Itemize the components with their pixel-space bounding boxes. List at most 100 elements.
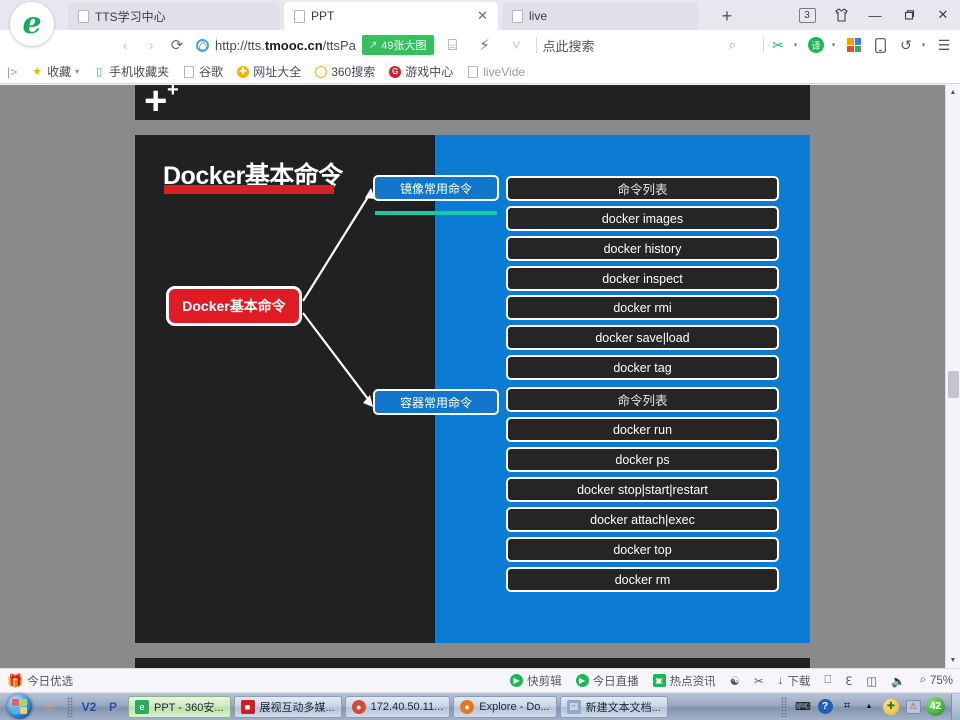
cmd-box: docker stop|start|restart bbox=[506, 477, 779, 502]
search-placeholder: 点此搜索 bbox=[542, 38, 595, 54]
browser-logo: e bbox=[10, 2, 56, 48]
status-today-picks[interactable]: 🎁 今日优选 bbox=[0, 673, 80, 689]
page-scrollbar[interactable]: ▲ ▼ bbox=[945, 85, 960, 668]
download-icon: ↓ bbox=[777, 674, 784, 687]
taskbar-button-explore[interactable]: ● Explore - Do... bbox=[453, 695, 557, 718]
tab-live[interactable]: live bbox=[502, 2, 698, 30]
volume-icon[interactable]: 🔈 bbox=[884, 674, 912, 688]
lightning-icon[interactable]: ⚡ bbox=[472, 32, 498, 58]
address-bar[interactable]: http://tts.tmooc.cn/ttsPa ↗ 49张大图 ⌸ ⚡ ˅ … bbox=[196, 33, 736, 57]
zoom-control[interactable]: ⌕ 75% bbox=[913, 674, 960, 687]
notification-count-badge[interactable]: 42 bbox=[926, 697, 945, 716]
download-button[interactable]: ↓ 下载 bbox=[771, 673, 818, 689]
keyboard-icon[interactable]: ⌨ bbox=[794, 698, 812, 716]
bookmark-url-directory[interactable]: ✚ 网址大全 bbox=[230, 63, 308, 80]
node-root-docker-basic-commands: Docker基本命令 bbox=[166, 286, 302, 326]
search-input[interactable]: 点此搜索 ⌕ bbox=[543, 36, 736, 55]
cmd-box: 命令列表 bbox=[506, 176, 779, 201]
doc-icon bbox=[467, 65, 479, 78]
scissors-caret-icon[interactable]: ▾ bbox=[792, 34, 802, 56]
shield-icon[interactable]: ✚ bbox=[882, 698, 900, 716]
apps-grid-icon[interactable] bbox=[842, 34, 866, 56]
scroll-up-icon[interactable]: ▲ bbox=[946, 85, 960, 100]
minimize-button[interactable]: — bbox=[858, 1, 892, 29]
bookmark-game-center[interactable]: G 游戏中心 bbox=[382, 63, 460, 80]
help-icon[interactable]: ? bbox=[816, 698, 834, 716]
compass-icon[interactable]: ☯ bbox=[723, 674, 747, 688]
bookmark-label: 游戏中心 bbox=[405, 65, 454, 79]
close-button[interactable]: ✕ bbox=[926, 1, 960, 29]
bookmark-label: 360搜索 bbox=[331, 65, 376, 79]
scissors-icon[interactable]: ✂ bbox=[766, 34, 790, 56]
taskbar-button-zhanshi[interactable]: ■ 展视互动多媒... bbox=[233, 695, 342, 718]
e-icon: e bbox=[135, 699, 149, 714]
bookmark-favorites[interactable]: ★ 收藏 ▾ bbox=[24, 63, 86, 80]
tab-ppt[interactable]: PPT ✕ bbox=[284, 2, 498, 30]
show-hidden-icons-icon[interactable]: ▲ bbox=[860, 698, 878, 716]
doc-icon bbox=[183, 65, 195, 78]
tshirt-skin-icon[interactable] bbox=[824, 1, 858, 29]
cmd-box: docker save|load bbox=[506, 325, 779, 350]
bookmarks-overflow[interactable]: |> bbox=[0, 65, 24, 79]
scroll-down-icon[interactable]: ▼ bbox=[946, 653, 960, 668]
reload-icon[interactable]: ⟳ bbox=[164, 32, 190, 58]
toolbar-gripper[interactable] bbox=[67, 696, 73, 717]
chevron-down-icon[interactable]: ˅ bbox=[504, 32, 530, 58]
browser-icon[interactable]: ℇ bbox=[838, 674, 859, 688]
window-icon[interactable]: ⎕ bbox=[817, 674, 838, 687]
status-today-live[interactable]: ▶ 今日直播 bbox=[569, 673, 646, 689]
taskbar-button-ip[interactable]: ● 172.40.50.11... bbox=[344, 695, 451, 718]
scrollbar-thumb[interactable] bbox=[948, 371, 959, 398]
phone-icon[interactable] bbox=[868, 34, 892, 56]
menu-icon[interactable]: ☰ bbox=[932, 34, 956, 56]
network-icon[interactable]: ⌗ bbox=[838, 698, 856, 716]
big-picture-label: 49张大图 bbox=[381, 40, 427, 52]
taskbar-button-ppt[interactable]: e PPT - 360安... bbox=[128, 695, 231, 718]
translate-caret-icon[interactable]: ▾ bbox=[830, 34, 840, 56]
search-icon[interactable]: ⌕ bbox=[729, 37, 736, 53]
translate-icon[interactable]: 译 bbox=[804, 34, 828, 56]
bookmark-google[interactable]: 谷歌 bbox=[176, 63, 230, 80]
status-hot-news[interactable]: ▣ 热点资讯 bbox=[646, 673, 723, 689]
cmd-box: 命令列表 bbox=[506, 387, 779, 412]
maximize-button[interactable] bbox=[892, 1, 926, 29]
forward-icon[interactable]: › bbox=[138, 32, 164, 58]
back-icon[interactable]: ‹ bbox=[112, 32, 138, 58]
start-button[interactable] bbox=[2, 694, 36, 720]
bookmark-mobile-favorites[interactable]: ▯ 手机收藏夹 bbox=[86, 63, 176, 80]
tab-label: PPT bbox=[311, 9, 335, 23]
status-quick-edit[interactable]: ▶ 快剪辑 bbox=[503, 673, 569, 689]
taskbar-button-label: 172.40.50.11... bbox=[370, 700, 444, 713]
undo-icon[interactable]: ↺ bbox=[894, 34, 918, 56]
undo-caret-icon[interactable]: ▾ bbox=[920, 34, 930, 56]
play-circle-icon: ▶ bbox=[575, 674, 589, 687]
bookmark-360-search[interactable]: 360搜索 bbox=[308, 63, 382, 80]
big-picture-badge[interactable]: ↗ 49张大图 bbox=[361, 35, 434, 55]
mute-icon[interactable]: ✂ bbox=[747, 674, 771, 688]
tab-tts-learning-center[interactable]: TTS学习中心 bbox=[68, 2, 280, 30]
tray-gripper[interactable] bbox=[781, 696, 787, 717]
vegas-icon[interactable]: V2 bbox=[78, 696, 100, 718]
media-icon[interactable]: ♬ bbox=[40, 696, 62, 718]
bookmark-label: 谷歌 bbox=[199, 65, 224, 79]
new-tab-button[interactable]: + bbox=[714, 4, 740, 28]
plus-circle-icon: ✚ bbox=[237, 65, 250, 78]
slide-docker-basic-commands: Docker基本命令 Docker基本命令 镜像常用命令 容器常用命令 命令列表… bbox=[135, 135, 810, 643]
bookmark-livevideo[interactable]: liveVide bbox=[460, 65, 532, 79]
cmd-box: docker attach|exec bbox=[506, 507, 779, 532]
security-icon[interactable]: ⚠ bbox=[904, 698, 922, 716]
powerpoint-icon[interactable]: P bbox=[102, 696, 124, 718]
previous-slide-fragment: + + bbox=[135, 85, 810, 121]
sidebar-icon[interactable]: ◫ bbox=[859, 674, 884, 688]
close-icon[interactable]: ✕ bbox=[469, 8, 488, 24]
star-icon: ★ bbox=[32, 66, 43, 78]
system-tray: ⌨ ? ⌗ ▲ ✚ ⚠ 42 bbox=[778, 696, 951, 717]
chevron-down-icon[interactable]: ▾ bbox=[75, 67, 79, 76]
e-logo-icon: e bbox=[10, 2, 54, 46]
tab-count-button[interactable]: 3 bbox=[790, 1, 824, 29]
taskbar-button-notepad[interactable]: ▤ 新建文本文档... bbox=[559, 695, 668, 718]
qr-icon[interactable]: ⌸ bbox=[440, 32, 466, 58]
phone-icon: ▯ bbox=[96, 66, 103, 78]
show-desktop-button[interactable] bbox=[951, 693, 960, 720]
notepad-icon: ▤ bbox=[566, 699, 581, 714]
